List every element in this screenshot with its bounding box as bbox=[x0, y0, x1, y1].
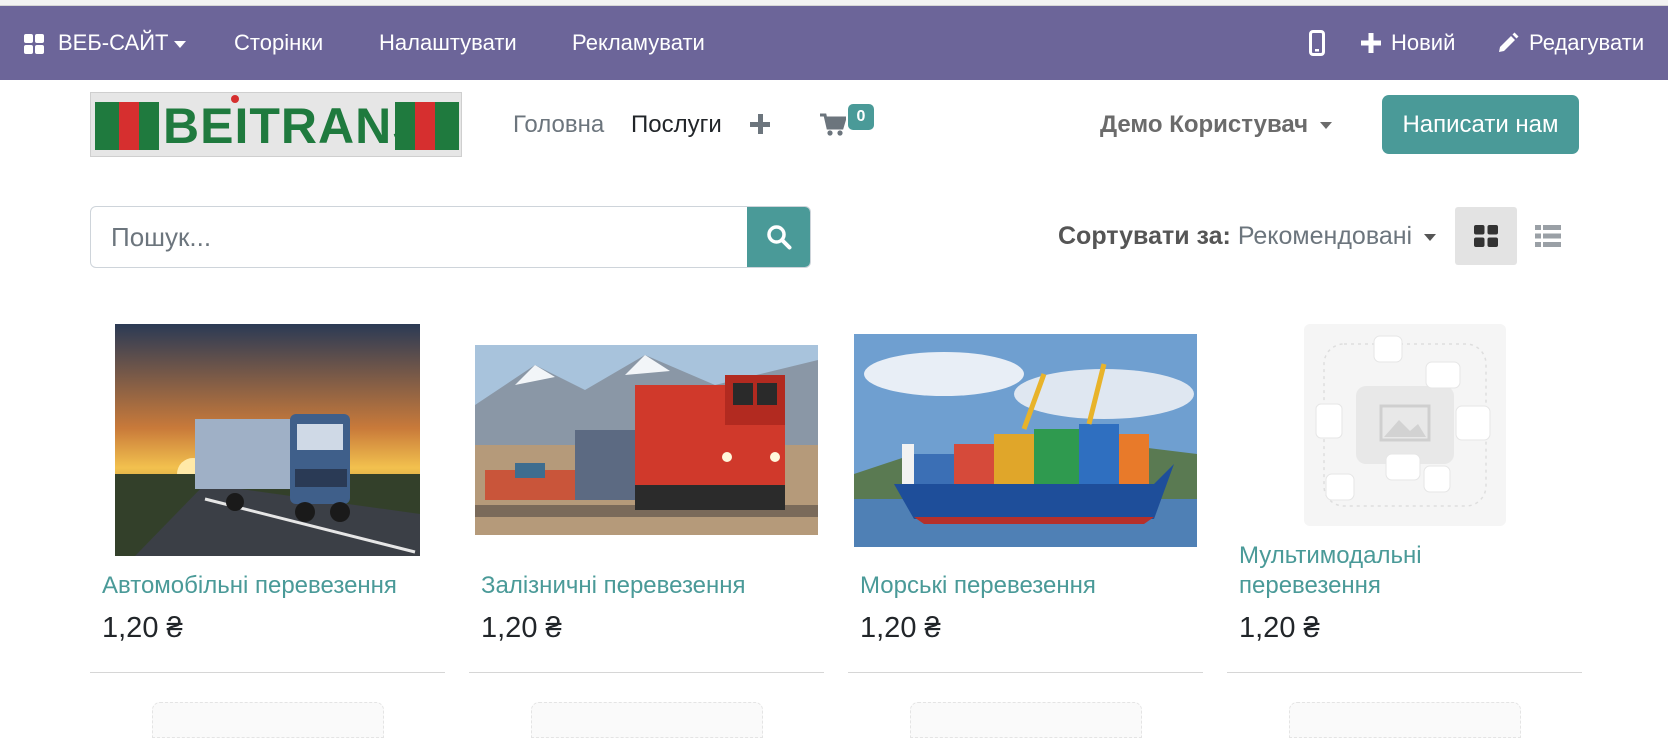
edit-button-label: Редагувати bbox=[1529, 30, 1645, 55]
product-image-placeholder bbox=[531, 702, 763, 738]
product-price: 1,20 ₴ bbox=[860, 612, 941, 644]
product-image-truck bbox=[115, 324, 420, 556]
product-image-placeholder bbox=[910, 702, 1142, 738]
plus-icon bbox=[1361, 33, 1381, 53]
product-card[interactable]: Автомобільні перевезення 1,20 ₴ bbox=[90, 318, 445, 673]
add-menu-item-icon[interactable] bbox=[750, 114, 770, 134]
chevron-down-icon bbox=[1320, 122, 1333, 130]
search-input[interactable] bbox=[91, 207, 747, 267]
apps-menu[interactable]: ВЕБ-САЙТ bbox=[24, 6, 187, 80]
admin-bar: ВЕБ-САЙТ Сторінки Налаштувати Рекламуват… bbox=[0, 6, 1668, 80]
product-title[interactable]: Морські перевезення bbox=[860, 571, 1190, 601]
apps-menu-label: ВЕБ-САЙТ bbox=[58, 30, 169, 55]
product-title[interactable]: Автомобільні перевезення bbox=[102, 571, 432, 601]
product-image-placeholder bbox=[1304, 324, 1506, 526]
cart-icon bbox=[820, 113, 846, 136]
apps-grid-icon bbox=[24, 34, 44, 54]
sort-dropdown[interactable]: Сортувати за: Рекомендовані bbox=[1058, 218, 1437, 254]
pages-menu[interactable]: Сторінки bbox=[234, 6, 323, 80]
logo-dot bbox=[231, 95, 239, 103]
product-image-placeholder bbox=[152, 702, 384, 738]
chevron-down-icon bbox=[1424, 233, 1437, 241]
logo-text: BEITRANS bbox=[163, 98, 427, 154]
new-button-label: Новий bbox=[1391, 30, 1456, 55]
product-image-placeholder bbox=[1289, 702, 1521, 738]
user-menu[interactable]: Демо Користувач bbox=[1100, 107, 1333, 143]
pencil-icon bbox=[1499, 32, 1519, 52]
mobile-preview-button[interactable] bbox=[1306, 6, 1330, 80]
chevron-down-icon bbox=[174, 40, 187, 48]
mobile-icon bbox=[1309, 30, 1325, 56]
list-view-toggle[interactable] bbox=[1517, 207, 1579, 265]
search-box bbox=[90, 206, 811, 268]
promote-menu[interactable]: Рекламувати bbox=[572, 6, 705, 80]
sort-value: Рекомендовані bbox=[1237, 222, 1413, 250]
user-name: Демо Користувач bbox=[1100, 111, 1309, 138]
image-placeholder-icon bbox=[1315, 335, 1491, 507]
product-price: 1,20 ₴ bbox=[1239, 612, 1320, 644]
product-image-ship bbox=[854, 334, 1197, 547]
product-image-train bbox=[475, 345, 818, 535]
search-button[interactable] bbox=[747, 207, 810, 267]
sort-label: Сортувати за: bbox=[1058, 222, 1231, 250]
product-title[interactable]: Мультимодальні перевезення bbox=[1239, 541, 1569, 601]
edit-button[interactable]: Редагувати bbox=[1497, 6, 1644, 80]
product-title[interactable]: Залізничні перевезення bbox=[481, 571, 811, 601]
customize-menu[interactable]: Налаштувати bbox=[379, 6, 517, 80]
cart-count-badge: 0 bbox=[848, 104, 874, 130]
site-logo[interactable]: BEITRANS bbox=[90, 92, 462, 157]
list-view-icon bbox=[1535, 225, 1561, 247]
nav-home[interactable]: Головна bbox=[513, 107, 604, 143]
grid-view-toggle[interactable] bbox=[1455, 207, 1517, 265]
product-card[interactable]: Морські перевезення 1,20 ₴ bbox=[848, 318, 1203, 673]
new-button[interactable]: Новий bbox=[1361, 6, 1455, 80]
nav-services[interactable]: Послуги bbox=[631, 107, 722, 143]
search-icon bbox=[767, 225, 792, 250]
product-card[interactable]: Залізничні перевезення 1,20 ₴ bbox=[469, 318, 824, 673]
product-price: 1,20 ₴ bbox=[102, 612, 183, 644]
product-card[interactable]: Мультимодальні перевезення 1,20 ₴ bbox=[1227, 318, 1582, 673]
product-price: 1,20 ₴ bbox=[481, 612, 562, 644]
contact-us-button[interactable]: Написати нам bbox=[1382, 95, 1579, 154]
grid-view-icon bbox=[1474, 225, 1498, 247]
